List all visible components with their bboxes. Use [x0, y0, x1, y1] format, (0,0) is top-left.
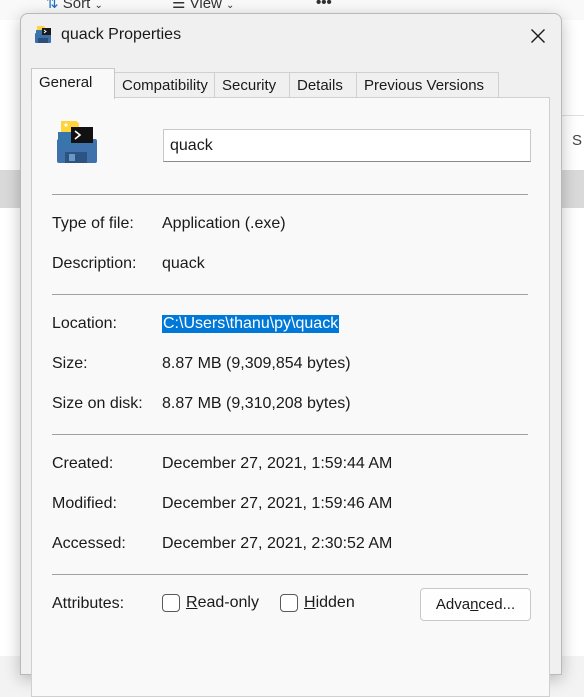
accessed-label: Accessed: [52, 535, 126, 552]
close-button[interactable] [521, 20, 555, 52]
created-value: December 27, 2021, 1:59:44 AM [162, 455, 393, 472]
type-of-file-label: Type of file: [52, 215, 134, 232]
size-label: Size: [52, 355, 88, 372]
location-label: Location: [52, 315, 117, 332]
sort-icon: ⇅ [46, 0, 59, 12]
checkbox-box[interactable] [162, 594, 180, 612]
chevron-down-icon: ⌄ [94, 0, 103, 11]
title-bar[interactable]: quack Properties [21, 14, 561, 58]
sort-button[interactable]: ⇅ Sort ⌄ [46, 0, 103, 12]
read-only-checkbox[interactable]: Read-only [162, 594, 259, 616]
location-value[interactable]: C:\Users\thanu\py\quack [162, 315, 340, 333]
modified-value: December 27, 2021, 1:59:46 AM [162, 495, 393, 512]
view-button[interactable]: ☰ View ⌄ [172, 0, 234, 12]
size-value: 8.87 MB (9,309,854 bytes) [162, 355, 351, 372]
checkbox-box[interactable] [280, 594, 298, 612]
tab-previous-versions[interactable]: Previous Versions [356, 72, 499, 98]
dialog-title: quack Properties [61, 26, 182, 43]
separator [52, 434, 528, 435]
view-label: View [189, 0, 222, 12]
tab-compatibility[interactable]: Compatibility [114, 72, 215, 98]
accessed-value: December 27, 2021, 2:30:52 AM [162, 535, 393, 552]
description-value: quack [162, 255, 205, 272]
description-label: Description: [52, 255, 137, 272]
created-label: Created: [52, 455, 114, 472]
tab-general[interactable]: General [31, 68, 115, 99]
python-app-icon [35, 26, 51, 43]
type-of-file-value: Application (.exe) [162, 215, 286, 232]
file-name-input[interactable] [163, 129, 531, 162]
tab-details[interactable]: Details [289, 72, 357, 98]
separator [52, 574, 528, 575]
python-app-icon [57, 121, 97, 163]
sort-label: Sort [62, 0, 91, 12]
size-on-disk-label: Size on disk: [52, 395, 143, 412]
general-panel: Type of file: Application (.exe) Descrip… [31, 97, 550, 697]
separator [52, 194, 528, 195]
read-only-label: Read-only [186, 594, 259, 611]
view-icon: ☰ [172, 0, 186, 12]
advanced-button[interactable]: Advanced... [420, 588, 531, 621]
tab-security[interactable]: Security [214, 72, 290, 98]
size-on-disk-value: 8.87 MB (9,310,208 bytes) [162, 395, 351, 412]
modified-label: Modified: [52, 495, 117, 512]
attributes-label: Attributes: [52, 595, 125, 612]
more-options-button[interactable]: ••• [316, 0, 332, 11]
hidden-checkbox[interactable]: Hidden [280, 594, 355, 616]
chevron-down-icon: ⌄ [226, 0, 235, 11]
divider [560, 115, 584, 116]
close-icon [531, 29, 545, 43]
properties-dialog: quack Properties General Compatibility S… [20, 13, 562, 697]
column-header-cutoff: S [572, 132, 583, 149]
separator [52, 294, 528, 295]
hidden-label: Hidden [304, 594, 355, 611]
